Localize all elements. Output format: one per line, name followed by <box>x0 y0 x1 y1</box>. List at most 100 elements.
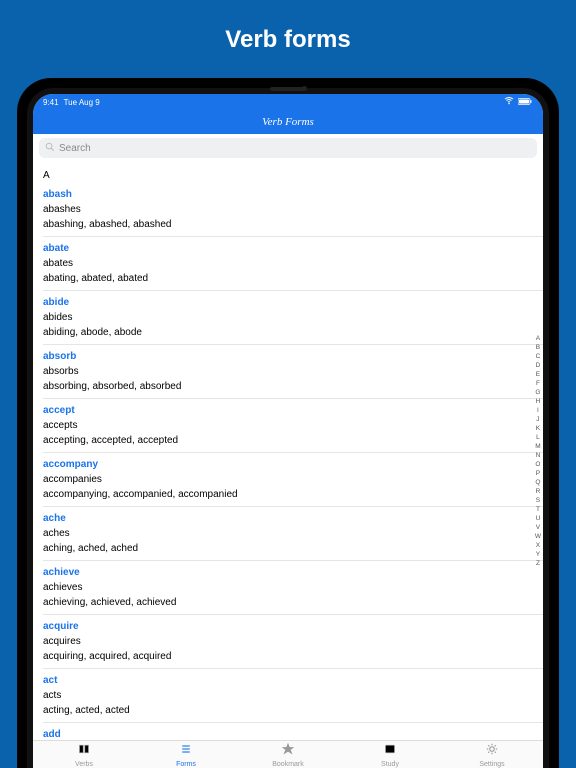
section-header: A <box>43 166 543 183</box>
camera-dot <box>302 86 307 91</box>
search-input[interactable] <box>59 143 531 154</box>
verb-other-forms: acquiring, acquired, acquired <box>43 649 543 664</box>
status-bar: 9:41 Tue Aug 9 <box>33 94 543 110</box>
verb-third-person: abides <box>43 310 543 325</box>
alphabet-index[interactable]: ABCDEFGHIJKLMNOPQRSTUVWXYZ <box>535 334 541 568</box>
tab-label: Bookmark <box>272 761 304 768</box>
index-letter[interactable]: C <box>535 352 541 361</box>
verb-base: acquire <box>43 619 543 634</box>
index-letter[interactable]: Z <box>535 559 541 568</box>
tab-verbs[interactable]: Verbs <box>33 742 135 768</box>
index-letter[interactable]: J <box>535 415 541 424</box>
index-letter[interactable]: N <box>535 451 541 460</box>
index-letter[interactable]: T <box>535 505 541 514</box>
tab-bar: Verbs Forms Bookmark Study Settings <box>33 740 543 768</box>
index-letter[interactable]: W <box>535 532 541 541</box>
verb-other-forms: achieving, achieved, achieved <box>43 595 543 610</box>
settings-icon <box>486 742 498 760</box>
verb-item[interactable]: abateabatesabating, abated, abated <box>43 237 543 291</box>
promo-background: Verb forms 9:41 Tue Aug 9 <box>0 0 576 768</box>
camera-notch <box>270 87 306 91</box>
search-field[interactable] <box>39 138 537 158</box>
tab-bookmark[interactable]: Bookmark <box>237 742 339 768</box>
screen: 9:41 Tue Aug 9 Verb Forms <box>33 94 543 768</box>
verb-item[interactable]: achieveachievesachieving, achieved, achi… <box>43 561 543 615</box>
verb-item[interactable]: acquireacquiresacquiring, acquired, acqu… <box>43 615 543 669</box>
index-letter[interactable]: F <box>535 379 541 388</box>
verb-third-person: abates <box>43 256 543 271</box>
index-letter[interactable]: V <box>535 523 541 532</box>
tab-label: Verbs <box>75 761 93 768</box>
verb-base: add <box>43 727 543 740</box>
index-letter[interactable]: U <box>535 514 541 523</box>
index-letter[interactable]: R <box>535 487 541 496</box>
verb-third-person: abashes <box>43 202 543 217</box>
index-letter[interactable]: G <box>535 388 541 397</box>
verb-item[interactable]: acheachesaching, ached, ached <box>43 507 543 561</box>
verb-item[interactable]: abideabidesabiding, abode, abode <box>43 291 543 345</box>
verb-other-forms: accompanying, accompanied, accompanied <box>43 487 543 502</box>
tab-label: Settings <box>479 761 504 768</box>
verb-item[interactable]: accompanyaccompaniesaccompanying, accomp… <box>43 453 543 507</box>
verb-item[interactable]: acceptacceptsaccepting, accepted, accept… <box>43 399 543 453</box>
ipad-frame: 9:41 Tue Aug 9 Verb Forms <box>17 78 559 768</box>
verb-base: achieve <box>43 565 543 580</box>
index-letter[interactable]: I <box>535 406 541 415</box>
verb-other-forms: aching, ached, ached <box>43 541 543 556</box>
bookmark-icon <box>282 742 294 760</box>
verb-other-forms: abating, abated, abated <box>43 271 543 286</box>
verb-base: ache <box>43 511 543 526</box>
index-letter[interactable]: L <box>535 433 541 442</box>
verb-base: accept <box>43 403 543 418</box>
nav-bar: Verb Forms <box>33 110 543 134</box>
verb-base: accompany <box>43 457 543 472</box>
verb-third-person: accompanies <box>43 472 543 487</box>
verb-item[interactable]: addaddsadding, added, added <box>43 723 543 740</box>
verb-item[interactable]: absorbabsorbsabsorbing, absorbed, absorb… <box>43 345 543 399</box>
search-icon <box>45 139 55 157</box>
status-time: 9:41 <box>43 98 59 107</box>
index-letter[interactable]: P <box>535 469 541 478</box>
verb-item[interactable]: abashabashesabashing, abashed, abashed <box>43 183 543 237</box>
tab-settings[interactable]: Settings <box>441 742 543 768</box>
index-letter[interactable]: A <box>535 334 541 343</box>
verb-other-forms: abiding, abode, abode <box>43 325 543 340</box>
verb-list[interactable]: A abashabashesabashing, abashed, abashed… <box>33 162 543 740</box>
verb-item[interactable]: actactsacting, acted, acted <box>43 669 543 723</box>
verb-other-forms: acting, acted, acted <box>43 703 543 718</box>
verb-third-person: achieves <box>43 580 543 595</box>
tab-label: Study <box>381 761 399 768</box>
promo-title: Verb forms <box>225 26 350 54</box>
index-letter[interactable]: S <box>535 496 541 505</box>
tab-forms[interactable]: Forms <box>135 742 237 768</box>
wifi-icon <box>504 97 514 107</box>
verb-third-person: acts <box>43 688 543 703</box>
verb-third-person: accepts <box>43 418 543 433</box>
index-letter[interactable]: K <box>535 424 541 433</box>
index-letter[interactable]: Y <box>535 550 541 559</box>
forms-icon <box>180 742 192 760</box>
index-letter[interactable]: X <box>535 541 541 550</box>
index-letter[interactable]: E <box>535 370 541 379</box>
index-letter[interactable]: B <box>535 343 541 352</box>
verb-base: abate <box>43 241 543 256</box>
index-letter[interactable]: M <box>535 442 541 451</box>
verb-other-forms: abashing, abashed, abashed <box>43 217 543 232</box>
battery-icon <box>518 98 533 107</box>
verb-base: absorb <box>43 349 543 364</box>
index-letter[interactable]: D <box>535 361 541 370</box>
content-area: A abashabashesabashing, abashed, abashed… <box>33 162 543 740</box>
study-icon <box>384 742 396 760</box>
verb-base: abide <box>43 295 543 310</box>
verb-third-person: aches <box>43 526 543 541</box>
verb-third-person: absorbs <box>43 364 543 379</box>
verb-base: abash <box>43 187 543 202</box>
verb-base: act <box>43 673 543 688</box>
verb-other-forms: accepting, accepted, accepted <box>43 433 543 448</box>
tab-study[interactable]: Study <box>339 742 441 768</box>
index-letter[interactable]: H <box>535 397 541 406</box>
index-letter[interactable]: O <box>535 460 541 469</box>
index-letter[interactable]: Q <box>535 478 541 487</box>
nav-title: Verb Forms <box>262 116 314 128</box>
status-date: Tue Aug 9 <box>64 98 100 107</box>
